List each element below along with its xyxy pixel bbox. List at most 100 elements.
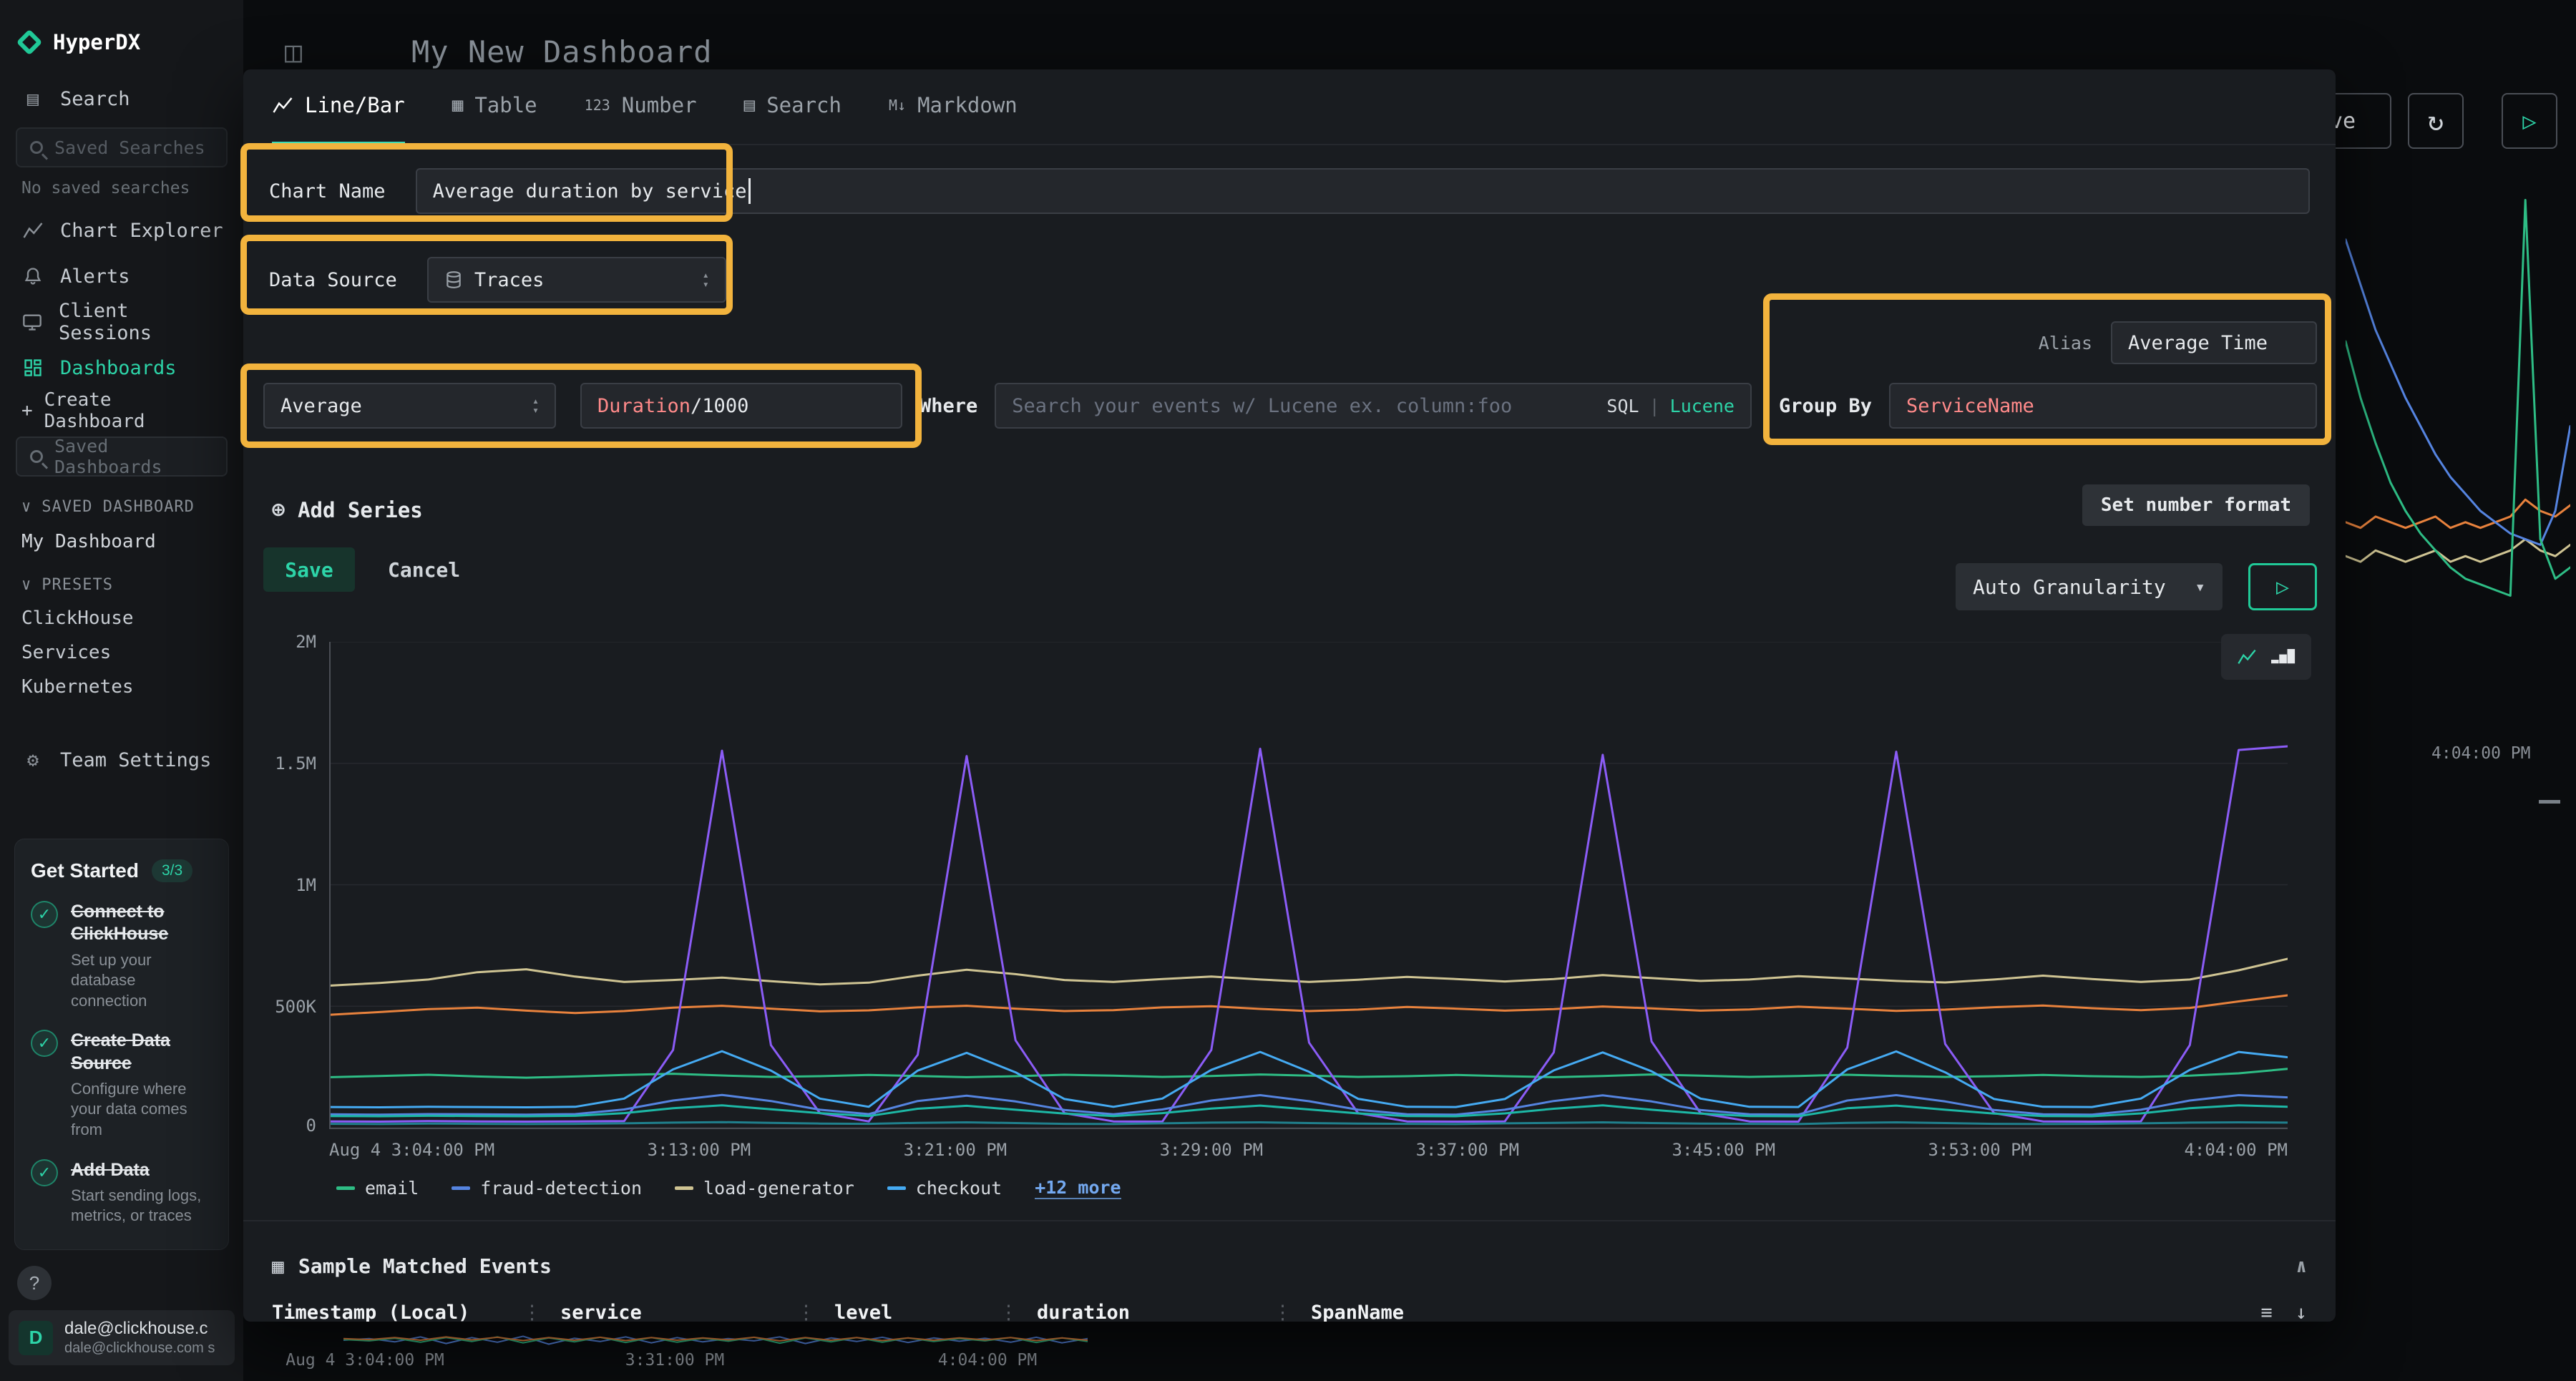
- get-started-item-title: Create Data Source: [71, 1030, 170, 1073]
- get-started-item-connect[interactable]: ✓ Connect to ClickHouse Set up your data…: [31, 901, 213, 1011]
- field-expression-suffix: /1000: [691, 395, 748, 417]
- toggle-separator: |: [1649, 396, 1660, 416]
- play-icon: ▷: [2276, 575, 2289, 600]
- sidebar-item-my-dashboard[interactable]: My Dashboard: [0, 523, 243, 560]
- get-started-item-add-data[interactable]: ✓ Add Data Start sending logs, metrics, …: [31, 1159, 213, 1226]
- aggregation-select[interactable]: Average ▴▾: [263, 383, 556, 429]
- download-icon[interactable]: ↓: [2296, 1302, 2307, 1322]
- where-search-input[interactable]: Search your events w/ Lucene ex. column:…: [995, 383, 1752, 429]
- y-axis-tick: 500K: [243, 997, 316, 1017]
- saved-dashboards-input[interactable]: Saved Dashboards: [16, 436, 228, 477]
- add-series-label: Add Series: [298, 498, 423, 522]
- sidebar-item-dashboards[interactable]: Dashboards: [0, 345, 243, 391]
- bar-style-icon[interactable]: ▂▅█: [2271, 650, 2296, 664]
- get-started-item-desc: Set up your database connection: [71, 950, 213, 1012]
- sample-matched-events-header[interactable]: ▦ Sample Matched Events ∧: [272, 1254, 2307, 1278]
- column-separator: ⋮: [522, 1302, 542, 1322]
- line-style-icon[interactable]: [2237, 647, 2257, 667]
- tab-label: Number: [622, 93, 697, 117]
- tab-search[interactable]: ▤ Search: [744, 69, 841, 145]
- events-table-header: Timestamp (Local) ⋮ service ⋮ level ⋮ du…: [272, 1302, 2307, 1322]
- text-cursor: [748, 178, 751, 204]
- chart-name-value: Average duration by service: [433, 180, 747, 202]
- refresh-button[interactable]: ↻: [2408, 93, 2464, 149]
- tab-label: Markdown: [917, 93, 1018, 117]
- tab-table[interactable]: ▦ Table: [452, 69, 537, 145]
- x-axis-tick: 4:04:00 PM: [2184, 1140, 2288, 1160]
- bell-icon: [20, 266, 46, 286]
- legend-label: load-generator: [703, 1178, 854, 1199]
- x-axis-tick: 3:53:00 PM: [1928, 1140, 2032, 1160]
- x-axis: Aug 4 3:04:00 PM 3:13:00 PM 3:21:00 PM 3…: [329, 1140, 2288, 1160]
- user-menu[interactable]: D dale@clickhouse.c dale@clickhouse.com …: [9, 1310, 235, 1365]
- column-header[interactable]: Timestamp (Local): [272, 1302, 522, 1322]
- tab-line-bar[interactable]: Line/Bar: [272, 69, 405, 145]
- cancel-button[interactable]: Cancel: [388, 558, 460, 582]
- section-saved-dashboards[interactable]: ∨ SAVED DASHBOARD: [0, 482, 243, 523]
- granularity-value: Auto Granularity: [1973, 575, 2166, 599]
- sidebar-item-services[interactable]: Services: [0, 635, 243, 670]
- section-label: PRESETS: [42, 576, 113, 594]
- sidebar-item-label: Search: [60, 88, 130, 110]
- help-button[interactable]: ?: [17, 1266, 52, 1300]
- legend-item[interactable]: fraud-detection: [452, 1178, 642, 1199]
- section-presets[interactable]: ∨ PRESETS: [0, 560, 243, 601]
- hyperdx-logo-icon: [16, 29, 43, 56]
- chart-type-tabs: Line/Bar ▦ Table 123 Number ▤ Search M↓ …: [243, 69, 2336, 145]
- table-icon: ▦: [272, 1254, 284, 1278]
- number-123-icon: 123: [585, 97, 610, 114]
- add-series-button[interactable]: ⊕ Add Series: [272, 497, 423, 522]
- group-by-input[interactable]: ServiceName: [1889, 383, 2317, 429]
- chart-name-input[interactable]: Average duration by service: [416, 168, 2310, 214]
- filter-icon[interactable]: ≡: [2260, 1302, 2272, 1322]
- chart-style-toggle: ▂▅█: [2221, 634, 2311, 680]
- sidebar-item-chart-explorer[interactable]: Chart Explorer: [0, 208, 243, 253]
- run-query-button[interactable]: ▷: [2248, 563, 2317, 610]
- column-header[interactable]: SpanName: [1311, 1302, 1404, 1322]
- get-started-progress-badge: 3/3: [152, 859, 192, 882]
- background-right-chart-label: 4:04:00 PM: [2431, 744, 2530, 763]
- query-language-toggle[interactable]: SQL | Lucene: [1606, 396, 1735, 416]
- tab-label: Line/Bar: [305, 93, 405, 117]
- sidebar-item-clickhouse[interactable]: ClickHouse: [0, 601, 243, 635]
- where-label: Where: [919, 395, 977, 417]
- data-source-select[interactable]: Traces ▴▾: [427, 257, 726, 303]
- legend-label: checkout: [916, 1178, 1002, 1199]
- save-button[interactable]: Save: [263, 547, 355, 592]
- run-button[interactable]: ▷: [2502, 93, 2557, 149]
- column-header[interactable]: level: [834, 1302, 999, 1322]
- chevron-up-icon[interactable]: ∧: [2296, 1256, 2307, 1277]
- legend-item[interactable]: email: [336, 1178, 419, 1199]
- sidebar-item-search[interactable]: ▤ Search: [0, 76, 243, 122]
- background-legend-dash: [2539, 800, 2560, 804]
- sidebar-collapse-icon[interactable]: ◫: [285, 36, 302, 69]
- line-chart-icon: [20, 220, 46, 241]
- get-started-item-datasource[interactable]: ✓ Create Data Source Configure where you…: [31, 1030, 213, 1140]
- sidebar-item-team-settings[interactable]: ⚙ Team Settings: [0, 737, 243, 783]
- set-number-format-button[interactable]: Set number format: [2082, 484, 2310, 526]
- sql-option[interactable]: SQL: [1606, 396, 1639, 416]
- legend-item[interactable]: load-generator: [675, 1178, 854, 1199]
- column-header[interactable]: duration: [1037, 1302, 1273, 1322]
- create-dashboard-label: Create Dashboard: [44, 389, 222, 432]
- sidebar-item-client-sessions[interactable]: Client Sessions: [0, 299, 243, 345]
- saved-searches-input[interactable]: Saved Searches: [16, 127, 228, 167]
- sidebar-item-alerts[interactable]: Alerts: [0, 253, 243, 299]
- column-separator: ⋮: [1273, 1302, 1292, 1322]
- legend-more-link[interactable]: +12 more: [1035, 1177, 1121, 1199]
- sidebar-item-kubernetes[interactable]: Kubernetes: [0, 670, 243, 704]
- tab-markdown[interactable]: M↓ Markdown: [889, 69, 1018, 145]
- tab-number[interactable]: 123 Number: [585, 69, 697, 145]
- column-header[interactable]: service: [560, 1302, 796, 1322]
- create-dashboard-button[interactable]: + Create Dashboard: [0, 391, 243, 431]
- lucene-option[interactable]: Lucene: [1670, 396, 1735, 416]
- data-source-label: Data Source: [269, 269, 397, 291]
- legend-item[interactable]: checkout: [887, 1178, 1002, 1199]
- column-separator: ⋮: [999, 1302, 1018, 1322]
- granularity-select[interactable]: Auto Granularity ▾: [1956, 563, 2223, 610]
- avatar: D: [19, 1321, 53, 1355]
- logo[interactable]: HyperDX: [0, 0, 243, 76]
- alias-input[interactable]: Average Time: [2111, 321, 2317, 364]
- field-expression-input[interactable]: Duration /1000: [580, 383, 902, 429]
- legend-swatch: [452, 1186, 470, 1190]
